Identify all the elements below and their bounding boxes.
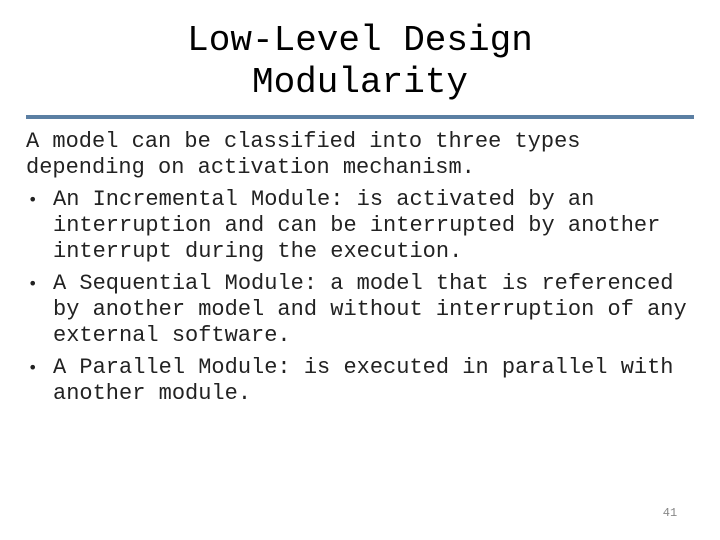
intro-text: A model can be classified into three typ…	[26, 129, 581, 180]
bullet-text: An Incremental Module: is activated by a…	[53, 187, 661, 264]
title-line-1: Low-Level Design	[187, 20, 533, 61]
page-number: 41	[662, 506, 678, 520]
bullet-item: • An Incremental Module: is activated by…	[26, 187, 706, 265]
bullet-text: A Parallel Module: is executed in parall…	[53, 355, 674, 406]
bullet-item: • A Parallel Module: is executed in para…	[26, 355, 706, 407]
bullet-list: • An Incremental Module: is activated by…	[26, 187, 706, 407]
slide-title: Low-Level Design Modularity	[0, 20, 720, 104]
bullet-icon: •	[28, 274, 38, 293]
bullet-icon: •	[28, 358, 38, 377]
bullet-text: A Sequential Module: a model that is ref…	[53, 271, 687, 348]
bullet-icon: •	[28, 190, 38, 209]
slide: Low-Level Design Modularity A model can …	[0, 0, 720, 540]
title-divider	[26, 115, 694, 119]
slide-body: A model can be classified into three typ…	[26, 129, 706, 413]
title-line-2: Modularity	[251, 62, 469, 103]
bullet-item: • A Sequential Module: a model that is r…	[26, 271, 706, 349]
